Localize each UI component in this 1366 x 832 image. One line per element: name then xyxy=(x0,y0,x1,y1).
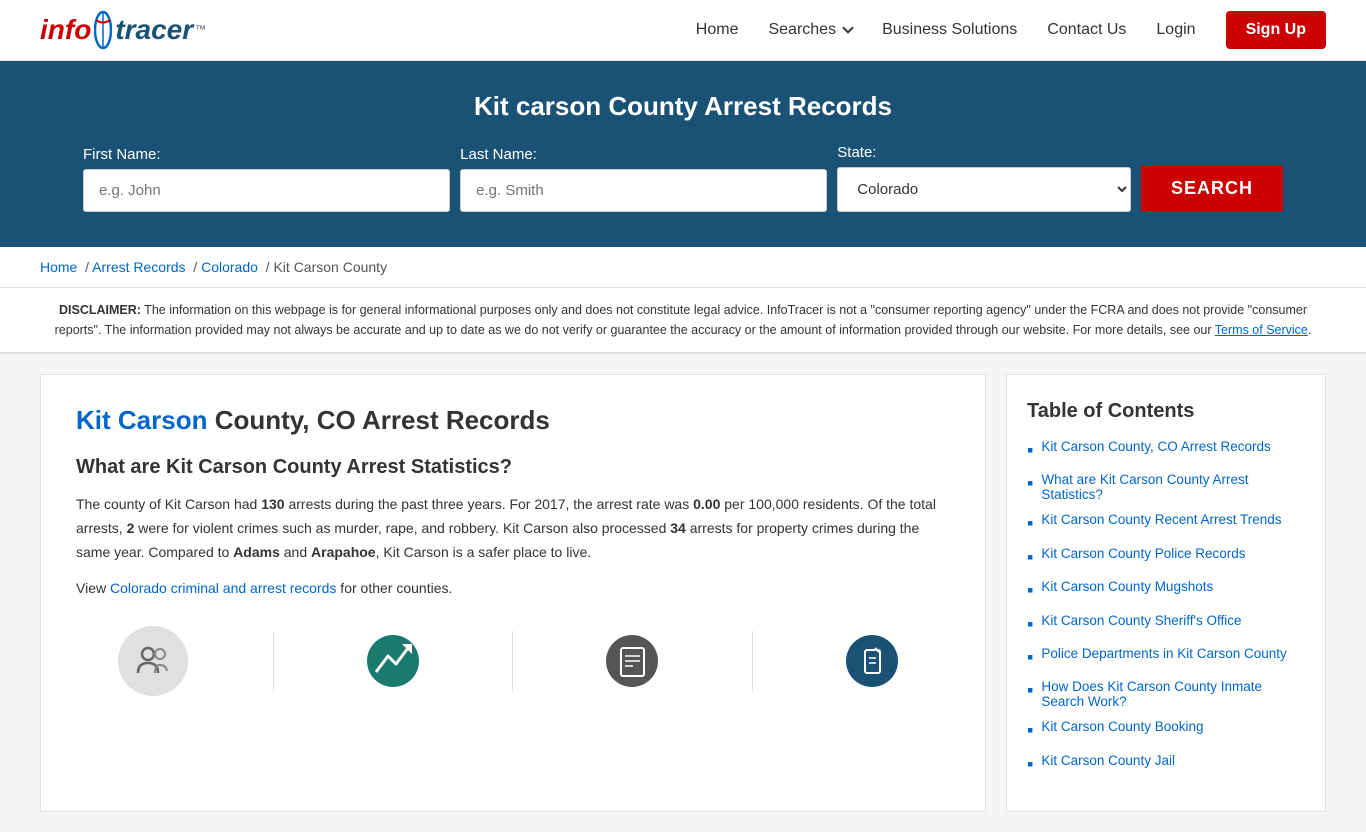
toc-link-8[interactable]: Kit Carson County Booking xyxy=(1041,719,1203,734)
last-name-input[interactable] xyxy=(460,169,827,212)
arrests-count: 130 xyxy=(261,496,284,512)
para-7: , Kit Carson is a safer place to live. xyxy=(376,544,592,560)
para-1: The county of Kit Carson had xyxy=(76,496,261,512)
trend-icon xyxy=(358,626,428,696)
searches-chevron-icon xyxy=(842,22,853,33)
logo[interactable]: info tracer ™ xyxy=(40,10,206,50)
toc-item-3: Kit Carson County Police Records xyxy=(1027,546,1305,569)
breadcrumb-colorado[interactable]: Colorado xyxy=(201,259,258,275)
header: info tracer ™ Home Searches Business Sol… xyxy=(0,0,1366,61)
state-group: State: Colorado Alabama Alaska Arizona A… xyxy=(837,144,1131,212)
search-form: First Name: Last Name: State: Colorado A… xyxy=(83,144,1283,212)
toc-section: Table of Contents Kit Carson County, CO … xyxy=(1006,374,1326,812)
stats-section-title: What are Kit Carson County Arrest Statis… xyxy=(76,456,950,479)
disclaimer-label: DISCLAIMER: xyxy=(59,303,141,317)
property-count: 34 xyxy=(670,520,686,536)
toc-link-6[interactable]: Police Departments in Kit Carson County xyxy=(1041,646,1286,661)
para-4: were for violent crimes such as murder, … xyxy=(134,520,670,536)
toc-link-9[interactable]: Kit Carson County Jail xyxy=(1041,753,1175,768)
view-suffix: for other counties. xyxy=(336,580,452,596)
toc-link-0[interactable]: Kit Carson County, CO Arrest Records xyxy=(1041,439,1270,454)
search-button[interactable]: SEARCH xyxy=(1141,165,1283,212)
article-section: Kit Carson County, CO Arrest Records Wha… xyxy=(40,374,986,812)
divider-3 xyxy=(752,631,753,691)
disclaimer-section: DISCLAIMER: The information on this webp… xyxy=(0,288,1366,354)
colorado-records-link[interactable]: Colorado criminal and arrest records xyxy=(110,580,336,596)
first-name-input[interactable] xyxy=(83,169,450,212)
breadcrumb-sep2: / xyxy=(189,259,201,275)
hero-title: Kit carson County Arrest Records xyxy=(40,91,1326,122)
toc-list: Kit Carson County, CO Arrest Records What… xyxy=(1027,439,1305,776)
nav-contact-us[interactable]: Contact Us xyxy=(1047,21,1126,39)
toc-item-4: Kit Carson County Mugshots xyxy=(1027,579,1305,602)
toc-link-3[interactable]: Kit Carson County Police Records xyxy=(1041,546,1245,561)
state-select[interactable]: Colorado Alabama Alaska Arizona Arkansas… xyxy=(837,167,1131,212)
signup-button[interactable]: Sign Up xyxy=(1226,11,1326,49)
toc-item-8: Kit Carson County Booking xyxy=(1027,719,1305,742)
tos-link[interactable]: Terms of Service xyxy=(1215,323,1308,337)
searches-label: Searches xyxy=(768,21,836,39)
toc-link-5[interactable]: Kit Carson County Sheriff's Office xyxy=(1041,613,1241,628)
toc-link-1[interactable]: What are Kit Carson County Arrest Statis… xyxy=(1041,472,1305,502)
icon-item-2 xyxy=(358,626,428,696)
arrest-rate: 0.00 xyxy=(693,496,720,512)
toc-item-5: Kit Carson County Sheriff's Office xyxy=(1027,613,1305,636)
toc-link-7[interactable]: How Does Kit Carson County Inmate Search… xyxy=(1041,679,1305,709)
logo-tm: ™ xyxy=(195,24,206,36)
toc-item-0: Kit Carson County, CO Arrest Records xyxy=(1027,439,1305,462)
county2: Arapahoe xyxy=(311,544,376,560)
disclaimer-text: The information on this webpage is for g… xyxy=(55,303,1307,337)
arrests-icon xyxy=(118,626,188,696)
state-label: State: xyxy=(837,144,1131,161)
article-title-rest: County, CO Arrest Records xyxy=(207,405,549,435)
first-name-label: First Name: xyxy=(83,146,450,163)
breadcrumb: Home / Arrest Records / Colorado / Kit C… xyxy=(0,247,1366,288)
para-6: and xyxy=(280,544,311,560)
icons-row xyxy=(76,616,950,696)
logo-tracer: tracer xyxy=(115,14,193,46)
icon-item-3 xyxy=(598,626,668,696)
breadcrumb-sep3: / xyxy=(262,259,274,275)
toc-item-2: Kit Carson County Recent Arrest Trends xyxy=(1027,512,1305,535)
breadcrumb-sep1: / xyxy=(81,259,92,275)
nav-login[interactable]: Login xyxy=(1156,21,1195,39)
icon-item-4 xyxy=(838,626,908,696)
divider-1 xyxy=(273,631,274,691)
toc-title: Table of Contents xyxy=(1027,400,1305,423)
last-name-group: Last Name: xyxy=(460,146,827,212)
view-prefix: View xyxy=(76,580,110,596)
hero-section: Kit carson County Arrest Records First N… xyxy=(0,61,1366,247)
toc-item-9: Kit Carson County Jail xyxy=(1027,753,1305,776)
county1: Adams xyxy=(233,544,280,560)
main-content: Kit Carson County, CO Arrest Records Wha… xyxy=(0,354,1366,832)
divider-2 xyxy=(512,631,513,691)
first-name-group: First Name: xyxy=(83,146,450,212)
nav-home[interactable]: Home xyxy=(696,21,739,39)
toc-link-2[interactable]: Kit Carson County Recent Arrest Trends xyxy=(1041,512,1281,527)
view-more-paragraph: View Colorado criminal and arrest record… xyxy=(76,580,950,596)
logo-info: info xyxy=(40,14,91,46)
toc-item-1: What are Kit Carson County Arrest Statis… xyxy=(1027,472,1305,502)
breadcrumb-kit-carson: Kit Carson County xyxy=(273,259,387,275)
edit-icon xyxy=(838,626,908,696)
toc-item-7: How Does Kit Carson County Inmate Search… xyxy=(1027,679,1305,709)
breadcrumb-arrest-records[interactable]: Arrest Records xyxy=(92,259,185,275)
disclaimer-period: . xyxy=(1308,323,1311,337)
toc-link-4[interactable]: Kit Carson County Mugshots xyxy=(1041,579,1213,594)
article-title: Kit Carson County, CO Arrest Records xyxy=(76,405,950,436)
logo-icon xyxy=(94,10,112,50)
breadcrumb-home[interactable]: Home xyxy=(40,259,77,275)
toc-item-6: Police Departments in Kit Carson County xyxy=(1027,646,1305,669)
nav-searches[interactable]: Searches xyxy=(768,21,852,39)
main-nav: Home Searches Business Solutions Contact… xyxy=(696,11,1326,49)
nav-business-solutions[interactable]: Business Solutions xyxy=(882,21,1017,39)
article-title-highlight: Kit Carson xyxy=(76,405,207,435)
icon-item-1 xyxy=(118,626,188,696)
para-2: arrests during the past three years. For… xyxy=(285,496,694,512)
stats-paragraph: The county of Kit Carson had 130 arrests… xyxy=(76,493,950,564)
last-name-label: Last Name: xyxy=(460,146,827,163)
record-icon xyxy=(598,626,668,696)
